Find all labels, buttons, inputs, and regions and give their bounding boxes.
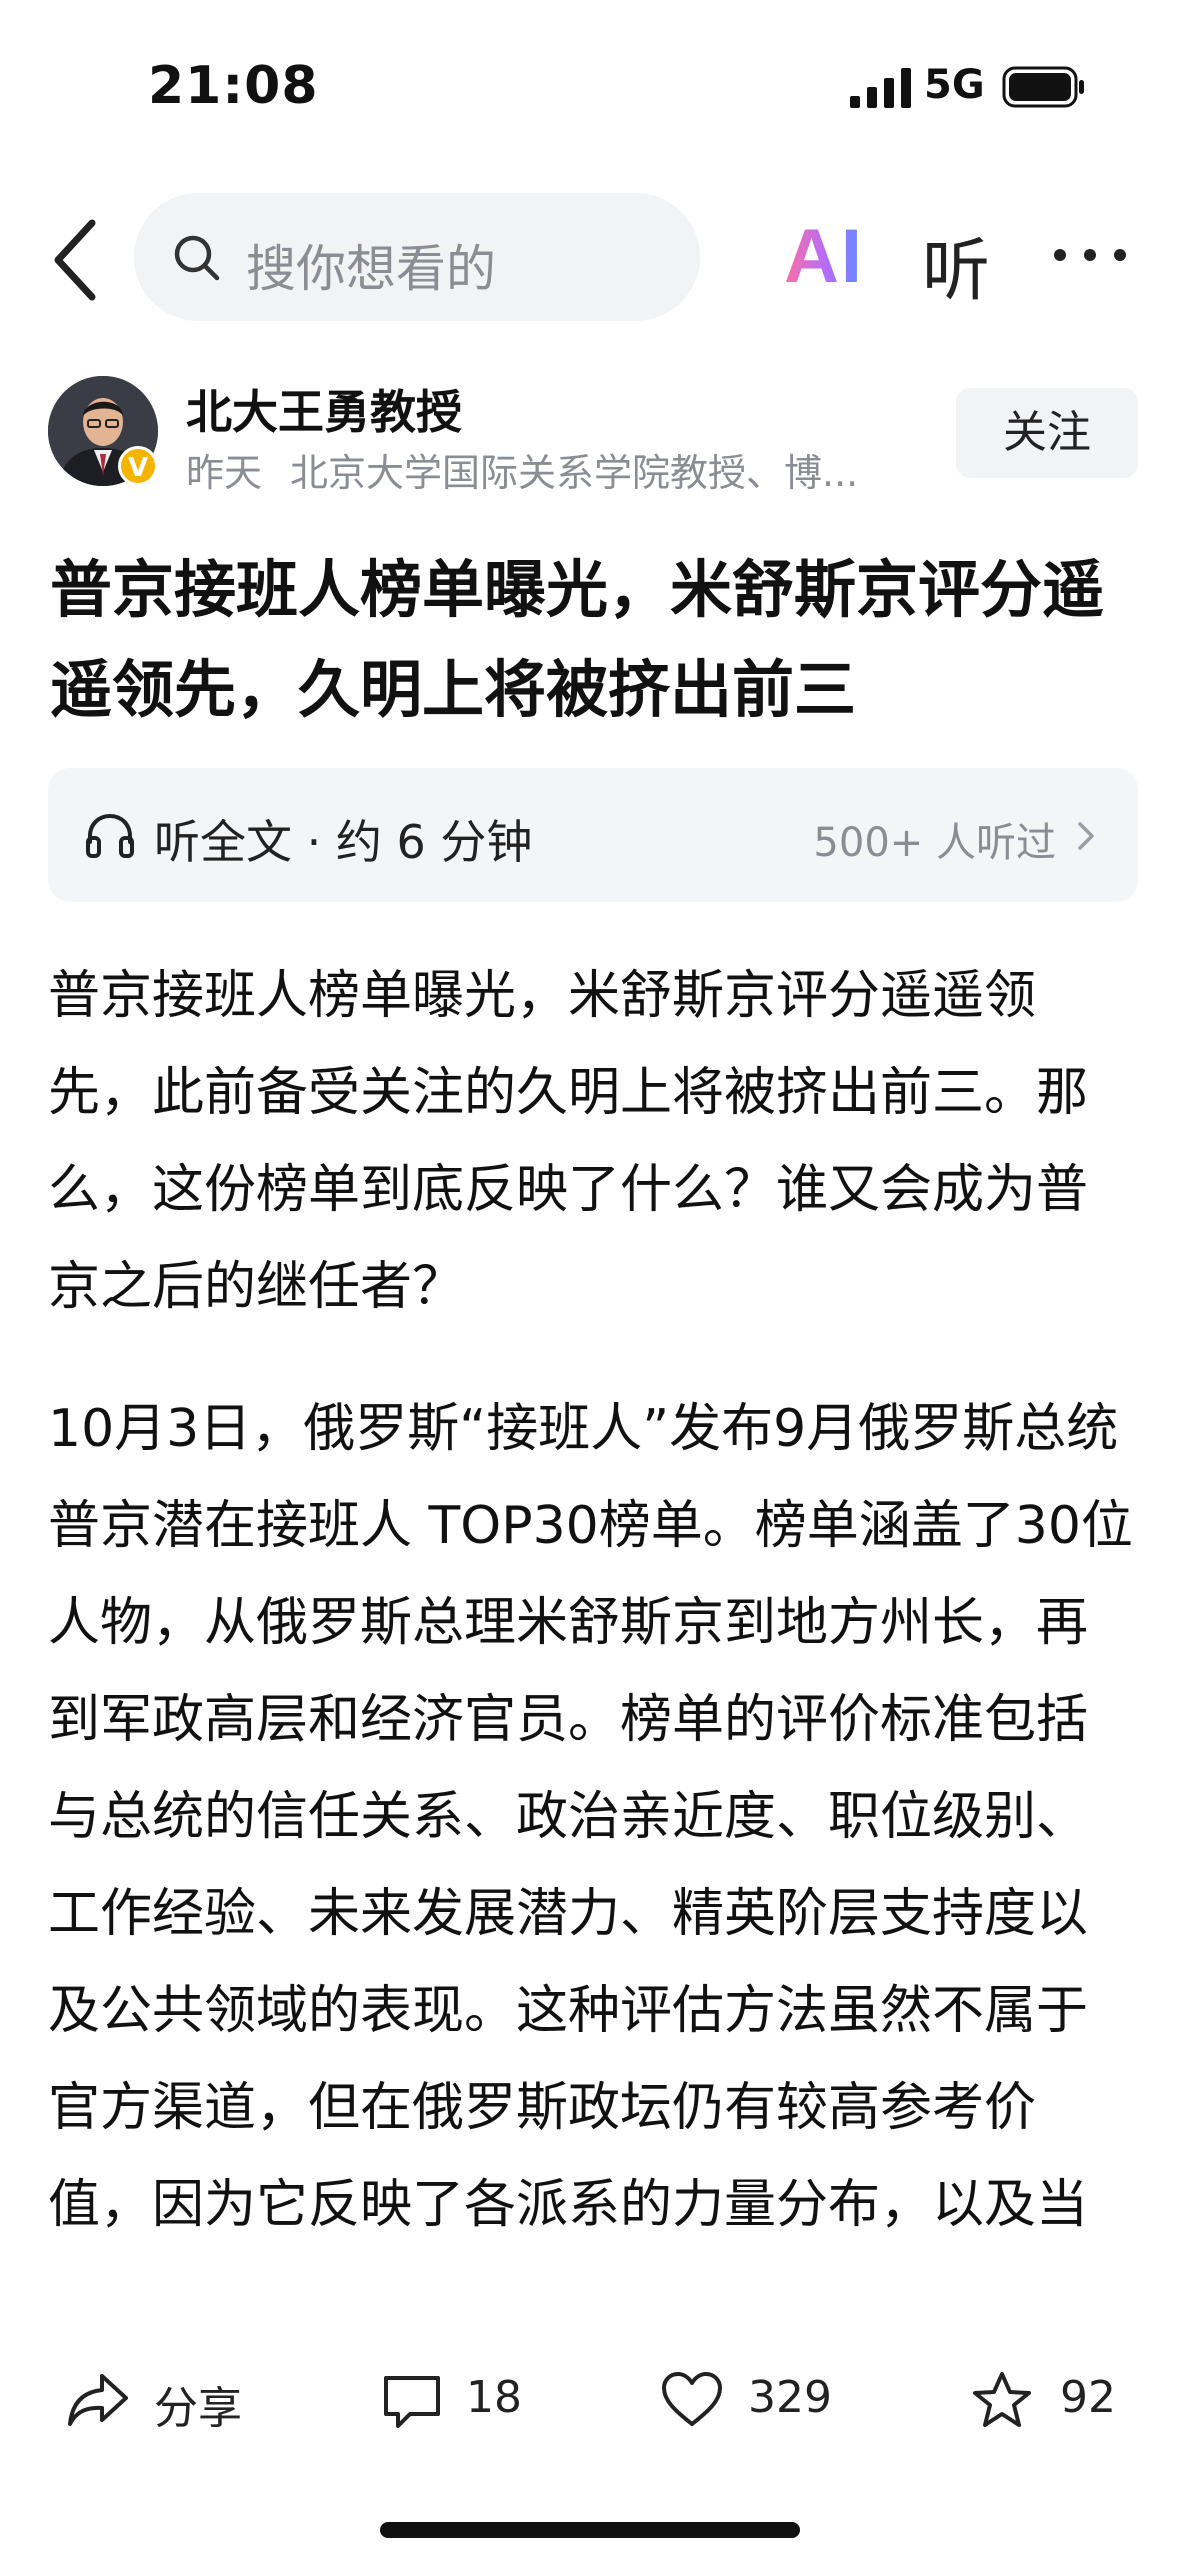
share-icon — [68, 2374, 128, 2426]
search-icon — [174, 235, 220, 281]
star-icon — [973, 2372, 1031, 2427]
status-time: 21:08 — [148, 56, 319, 116]
article-paragraph: 10月3日，俄罗斯“接班人”发布9月俄罗斯总统普京潜在接班人 TOP30榜单。榜… — [48, 1399, 1133, 2235]
comment-count: 18 — [466, 2372, 522, 2423]
post-time: 昨天 — [186, 451, 263, 495]
top-nav: 搜你想看的 AI 听 — [0, 185, 1179, 335]
bottom-action-bar: 分享 18 329 92 — [0, 2340, 1179, 2460]
favorite-count: 92 — [1060, 2372, 1116, 2423]
verified-badge: V — [118, 446, 158, 486]
more-options-button[interactable] — [1048, 225, 1132, 285]
search-input[interactable]: 搜你想看的 — [134, 193, 700, 321]
search-placeholder: 搜你想看的 — [246, 240, 496, 298]
follow-button[interactable]: 关注 — [956, 388, 1138, 478]
article-paragraph: 普京接班人榜单曝光，米舒斯京评分遥遥领先，此前备受关注的久明上将被挤出前三。那么… — [48, 966, 1089, 1317]
author-bio: 北京大学国际关系学院教授、博... — [290, 451, 859, 495]
chevron-right-icon — [1078, 822, 1094, 850]
author-meta: 昨天 北京大学国际关系学院教授、博... — [186, 442, 926, 497]
listen-bar-label: 听全文 · 约 6 分钟 — [154, 815, 533, 869]
like-button[interactable]: 329 — [660, 2360, 860, 2440]
share-button[interactable]: 分享 — [66, 2360, 256, 2440]
listener-count: 500+ 人听过 — [813, 820, 1056, 866]
headphone-icon — [86, 813, 134, 858]
ai-button[interactable]: AI — [784, 213, 864, 300]
article-body: 普京接班人榜单曝光，米舒斯京评分遥遥领先，此前备受关注的久明上将被挤出前三。那么… — [48, 948, 1138, 2254]
status-bar: 21:08 5G — [0, 0, 1179, 170]
article-title: 普京接班人榜单曝光，米舒斯京评分遥遥领先，久明上将被挤出前三 — [50, 553, 1105, 726]
favorite-button[interactable]: 92 — [970, 2360, 1140, 2440]
author-row: V 北大王勇教授 昨天 北京大学国际关系学院教授、博... 关注 — [0, 370, 1179, 500]
comment-button[interactable]: 18 — [380, 2360, 540, 2440]
article-page: 21:08 5G 搜你想看的 AI 听 V 北大王勇教授 昨天 北京大学国际关系… — [0, 0, 1179, 2556]
author-name[interactable]: 北大王勇教授 — [186, 376, 462, 442]
back-button[interactable] — [46, 215, 106, 305]
like-count: 329 — [748, 2372, 832, 2423]
listen-full-text-bar[interactable]: 听全文 · 约 6 分钟 500+ 人听过 — [48, 768, 1138, 902]
share-label: 分享 — [154, 2383, 242, 2434]
comment-icon — [384, 2376, 440, 2428]
cellular-signal-icon — [850, 68, 911, 108]
listen-button[interactable]: 听 — [922, 215, 990, 314]
heart-icon — [662, 2372, 722, 2426]
home-indicator[interactable] — [380, 2522, 800, 2538]
network-type: 5G — [924, 62, 985, 108]
battery-icon — [1002, 66, 1084, 108]
